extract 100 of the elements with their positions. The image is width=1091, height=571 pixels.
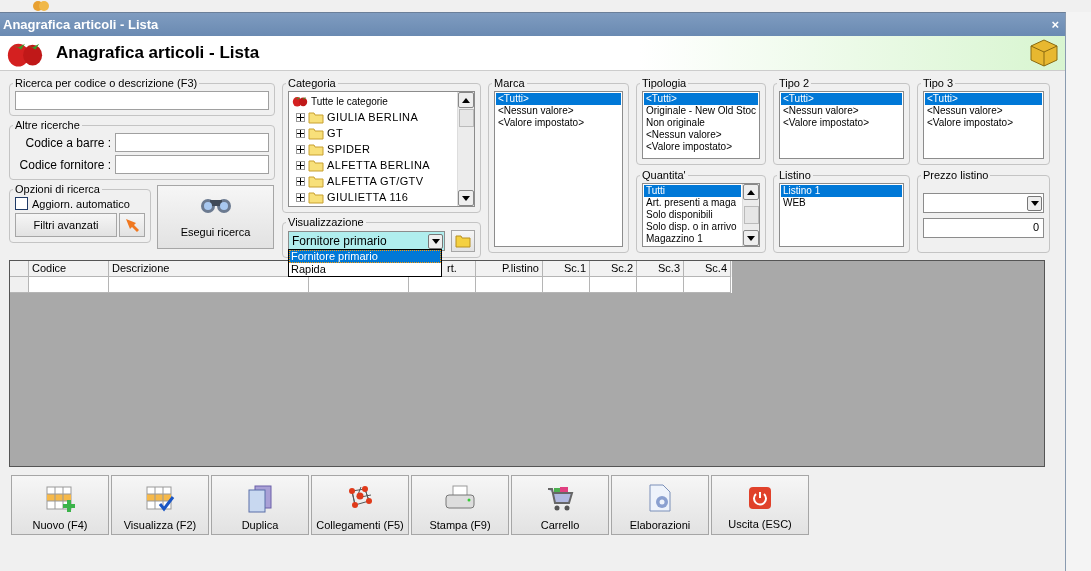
search-button[interactable]: Esegui ricerca <box>157 185 274 249</box>
list-item[interactable]: <Tutti> <box>644 93 758 105</box>
input-field[interactable] <box>115 133 269 152</box>
amount-field[interactable]: 0 <box>923 218 1044 238</box>
toolbar-button[interactable]: Duplica <box>211 475 309 535</box>
list-item[interactable]: <Tutti> <box>925 93 1042 105</box>
table-add-icon <box>45 483 75 513</box>
expand-icon[interactable] <box>296 128 305 138</box>
scroll-down-icon[interactable] <box>458 190 474 206</box>
toolbar-button[interactable]: Visualizza (F2) <box>111 475 209 535</box>
toolbar-button[interactable]: Elaborazioni <box>611 475 709 535</box>
tree-item[interactable]: ALFETTA BERLINA <box>327 159 430 171</box>
expand-icon[interactable] <box>296 176 305 186</box>
expand-icon[interactable] <box>296 160 305 170</box>
list-item[interactable]: Solo disponibili <box>644 209 741 221</box>
group-label: Prezzo listino <box>922 169 990 181</box>
group-label: Tipologia <box>641 77 688 89</box>
list-item[interactable]: <Valore impostato> <box>925 117 1042 129</box>
arrow-icon <box>124 217 140 233</box>
list-item[interactable]: Originale - New Old Stoc <box>644 105 758 117</box>
caret-icon[interactable] <box>1027 195 1042 211</box>
column-header[interactable]: Sc.4 <box>705 262 727 274</box>
toolbar-button[interactable]: Nuovo (F4) <box>11 475 109 535</box>
table-check-icon <box>145 483 175 513</box>
list-item[interactable]: Solo disp. o in arrivo <box>644 221 741 233</box>
scrollbar-thumb[interactable] <box>458 109 474 127</box>
arrow-button[interactable] <box>119 213 145 237</box>
list-box[interactable]: <Tutti> Originale - New Old Stoc Non originale <Nessun valore> <Valore impostato> <box>642 91 760 159</box>
list-box[interactable]: <Tutti> <Nessun valore> <Valore impostato> <box>494 91 623 247</box>
list-item[interactable]: <Nessun valore> <box>644 129 758 141</box>
list-item[interactable]: Magazzino 1 <box>644 233 741 245</box>
list-item[interactable]: Tutti <box>644 185 741 197</box>
list-item[interactable]: <Valore impostato> <box>644 141 758 153</box>
page-title: Anagrafica articoli - Lista <box>56 43 261 63</box>
column-header[interactable]: Sc.1 <box>564 262 586 274</box>
search-field[interactable] <box>15 91 269 110</box>
scroll-up-icon[interactable] <box>743 184 759 200</box>
list-item[interactable]: <Valore impostato> <box>781 117 902 129</box>
list-item[interactable]: Non originale <box>644 117 758 129</box>
expand-icon[interactable] <box>296 144 305 154</box>
group-label: Ricerca per codice o descrizione (F3) <box>14 77 199 89</box>
input-field[interactable] <box>115 155 269 174</box>
list-item[interactable]: Listino 1 <box>781 185 902 197</box>
list-box[interactable]: Tutti Art. presenti a maga Solo disponibili Solo disp. o in arrivo Magazzino 1 <box>642 183 760 247</box>
folder-icon <box>455 234 471 248</box>
toolbar-button[interactable]: Collegamenti (F5) <box>311 475 409 535</box>
group-label: Quantita' <box>641 169 687 181</box>
list-item[interactable]: <Nessun valore> <box>496 105 621 117</box>
toolbar-button[interactable]: Stampa (F9) <box>411 475 509 535</box>
scrollbar-thumb[interactable] <box>743 206 759 224</box>
column-header[interactable]: Codice <box>32 262 67 274</box>
toolbar-button[interactable]: Carrello <box>511 475 609 535</box>
list-item[interactable]: <Nessun valore> <box>781 105 902 117</box>
list-item[interactable]: <Tutti> <box>496 93 621 105</box>
folder-icon <box>308 158 324 172</box>
list-box[interactable]: Listino 1 WEB <box>779 183 904 247</box>
menu-item[interactable]: Rapida <box>289 263 328 276</box>
list-box[interactable]: <Tutti> <Nessun valore> <Valore impostato> <box>779 91 904 159</box>
group-label: Visualizzazione <box>287 216 365 228</box>
expand-icon[interactable] <box>296 112 305 122</box>
list-item[interactable]: <Tutti> <box>781 93 902 105</box>
checkbox[interactable] <box>15 197 28 210</box>
column-header[interactable]: P.listino <box>501 262 539 274</box>
expand-icon[interactable] <box>296 192 305 202</box>
list-item[interactable]: WEB <box>781 197 902 209</box>
caret-icon[interactable] <box>428 233 443 249</box>
price-list-dropdown[interactable] <box>923 193 1044 213</box>
list-box[interactable]: <Tutti> <Nessun valore> <Valore impostato> <box>923 91 1044 159</box>
menu-item[interactable]: Fornitore primario <box>289 250 441 263</box>
tree-item[interactable]: GT <box>327 127 344 139</box>
column-header[interactable]: Sc.3 <box>658 262 680 274</box>
column-header[interactable]: rt. <box>447 262 457 274</box>
checkbox-label: Aggiorn. automatico <box>32 197 130 210</box>
tree-item[interactable]: GIULIETTA 116 <box>327 191 409 203</box>
tree-item[interactable]: Tutte le categorie <box>311 95 388 107</box>
group-label: Opzioni di ricerca <box>14 183 101 195</box>
tree-view[interactable]: Tutte le categorie GIULIA BERLINA GT SPIDER ALFETTA BERLINA ALFETTA GT/GTV GIULIETTA 116 <box>288 91 475 207</box>
list-item[interactable]: <Nessun valore> <box>925 105 1042 117</box>
group-label: Categoria <box>287 77 337 89</box>
group-label: Altre ricerche <box>14 119 81 131</box>
tree-item[interactable]: GIULIA BERLINA <box>327 111 419 123</box>
advanced-filters-button[interactable]: Filtri avanzati <box>15 213 117 237</box>
view-dropdown[interactable]: Fornitore primario <box>288 231 445 251</box>
tree-item[interactable]: ALFETTA GT/GTV <box>327 175 424 187</box>
toolbar-button[interactable]: Uscita (ESC) <box>711 475 809 535</box>
folder-icon <box>308 190 324 204</box>
field-label: Codice fornitore : <box>18 157 111 172</box>
package-icon <box>1029 38 1059 68</box>
users-icon <box>32 0 50 12</box>
scroll-up-icon[interactable] <box>458 92 474 108</box>
window-title: Anagrafica articoli - Lista <box>3 17 159 32</box>
documents-icon <box>245 483 275 513</box>
column-header[interactable]: Sc.2 <box>611 262 633 274</box>
scroll-down-icon[interactable] <box>743 230 759 246</box>
list-item[interactable]: <Valore impostato> <box>496 117 621 129</box>
list-item[interactable]: Art. presenti a maga <box>644 197 741 209</box>
folder-icon <box>308 126 324 140</box>
group-label: Tipo 3 <box>922 77 955 89</box>
column-header[interactable]: Descrizione <box>112 262 170 274</box>
tree-item[interactable]: SPIDER <box>327 143 371 155</box>
